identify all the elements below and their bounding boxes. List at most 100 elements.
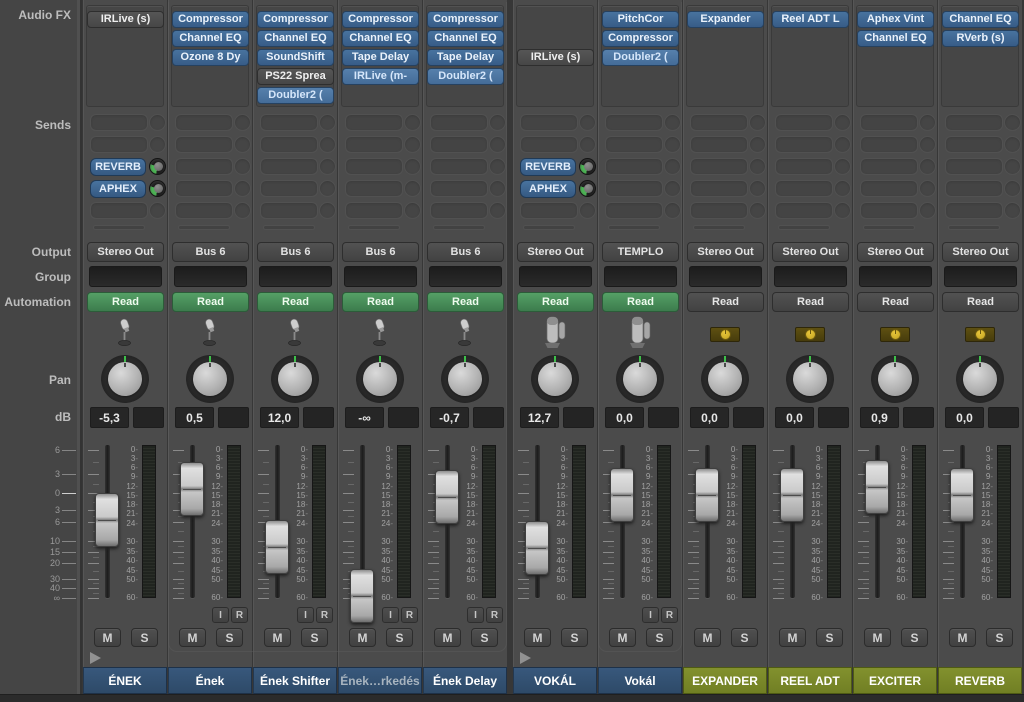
volume-db-value[interactable]: 0,0 bbox=[945, 407, 984, 428]
fader-track[interactable] bbox=[790, 445, 795, 598]
plugin-slot-button[interactable]: IRLive (s) bbox=[87, 11, 164, 28]
record-enable-button[interactable]: R bbox=[231, 607, 248, 623]
input-monitoring-button[interactable]: I bbox=[382, 607, 399, 623]
output-button[interactable]: Bus 6 bbox=[427, 242, 504, 262]
empty-send-slot[interactable] bbox=[945, 136, 1003, 153]
mute-button[interactable]: M bbox=[949, 628, 976, 647]
send-destination-button[interactable]: REVERB bbox=[520, 158, 576, 176]
empty-send-slot[interactable] bbox=[860, 202, 918, 219]
volume-db-value[interactable]: -∞ bbox=[345, 407, 384, 428]
empty-send-slot[interactable] bbox=[860, 136, 918, 153]
audio-fx-slot-area[interactable]: Channel EQRVerb (s) bbox=[941, 5, 1019, 107]
mute-button[interactable]: M bbox=[694, 628, 721, 647]
empty-send-slot[interactable] bbox=[430, 114, 488, 131]
volume-db-value[interactable]: -0,7 bbox=[430, 407, 469, 428]
sends-slot-area[interactable] bbox=[168, 112, 252, 224]
empty-send-slot[interactable] bbox=[175, 114, 233, 131]
pan-knob[interactable] bbox=[101, 355, 149, 403]
plugin-slot-button[interactable]: Compressor bbox=[602, 30, 679, 47]
track-name-tab[interactable]: EXPANDER bbox=[683, 667, 767, 694]
plugin-slot-button[interactable]: Channel EQ bbox=[427, 30, 504, 47]
empty-send-slot[interactable] bbox=[175, 202, 233, 219]
track-name-tab[interactable]: Vokál bbox=[598, 667, 682, 694]
pan-knob[interactable] bbox=[956, 355, 1004, 403]
automation-mode-button[interactable]: Read bbox=[342, 292, 419, 312]
send-level-knob[interactable] bbox=[579, 180, 596, 197]
empty-send-slot[interactable] bbox=[520, 136, 578, 153]
track-name-tab[interactable]: Ének Shifter bbox=[253, 667, 337, 694]
empty-send-slot[interactable] bbox=[690, 158, 748, 175]
empty-send-slot[interactable] bbox=[690, 202, 748, 219]
output-button[interactable]: Bus 6 bbox=[257, 242, 334, 262]
plugin-slot-button[interactable]: Aphex Vint bbox=[857, 11, 934, 28]
track-name-tab[interactable]: Ének bbox=[168, 667, 252, 694]
plugin-slot-button[interactable]: Compressor bbox=[427, 11, 504, 28]
empty-send-slot[interactable] bbox=[260, 202, 318, 219]
mute-button[interactable]: M bbox=[349, 628, 376, 647]
plugin-slot-button[interactable]: Doubler2 ( bbox=[257, 87, 334, 104]
solo-button[interactable]: S bbox=[471, 628, 498, 647]
plugin-slot-button[interactable]: Compressor bbox=[342, 11, 419, 28]
solo-button[interactable]: S bbox=[561, 628, 588, 647]
audio-fx-slot-area[interactable]: CompressorChannel EQOzone 8 Dy bbox=[171, 5, 249, 107]
solo-button[interactable]: S bbox=[986, 628, 1013, 647]
empty-send-slot[interactable] bbox=[775, 158, 833, 175]
volume-db-value[interactable]: 0,0 bbox=[775, 407, 814, 428]
automation-mode-button[interactable]: Read bbox=[602, 292, 679, 312]
mute-button[interactable]: M bbox=[609, 628, 636, 647]
send-level-knob[interactable] bbox=[149, 158, 166, 175]
sends-slot-area[interactable] bbox=[598, 112, 682, 224]
send-destination-button[interactable]: REVERB bbox=[90, 158, 146, 176]
volume-db-value[interactable]: 0,0 bbox=[690, 407, 729, 428]
output-button[interactable]: Stereo Out bbox=[772, 242, 849, 262]
plugin-slot-button[interactable]: Ozone 8 Dy bbox=[172, 49, 249, 66]
plugin-slot-button[interactable]: Compressor bbox=[172, 11, 249, 28]
record-enable-button[interactable]: R bbox=[486, 607, 503, 623]
empty-plugin-slot[interactable] bbox=[517, 28, 593, 47]
empty-send-slot[interactable] bbox=[945, 180, 1003, 197]
output-button[interactable]: Stereo Out bbox=[857, 242, 934, 262]
plugin-slot-button[interactable]: IRLive (m- bbox=[342, 68, 419, 85]
empty-send-slot[interactable] bbox=[605, 114, 663, 131]
plugin-slot-button[interactable]: Tape Delay bbox=[342, 49, 419, 66]
plugin-slot-button[interactable]: PS22 Sprea bbox=[257, 68, 334, 85]
plugin-slot-button[interactable]: Doubler2 ( bbox=[602, 49, 679, 66]
sends-slot-area[interactable]: REVERB APHEX bbox=[83, 112, 167, 224]
sends-slot-area[interactable] bbox=[338, 112, 422, 224]
stack-disclosure-triangle-icon[interactable] bbox=[90, 652, 101, 664]
fader-track[interactable] bbox=[105, 445, 110, 598]
empty-send-slot[interactable] bbox=[860, 114, 918, 131]
pan-knob[interactable] bbox=[871, 355, 919, 403]
sends-slot-area[interactable] bbox=[683, 112, 767, 224]
empty-send-slot[interactable] bbox=[345, 202, 403, 219]
audio-fx-slot-area[interactable]: CompressorChannel EQSoundShiftPS22 Sprea… bbox=[256, 5, 334, 107]
automation-mode-button[interactable]: Read bbox=[172, 292, 249, 312]
automation-mode-button[interactable]: Read bbox=[772, 292, 849, 312]
output-button[interactable]: TEMPLO bbox=[602, 242, 679, 262]
empty-send-slot[interactable] bbox=[90, 202, 148, 219]
empty-send-slot[interactable] bbox=[775, 114, 833, 131]
solo-button[interactable]: S bbox=[131, 628, 158, 647]
empty-send-slot[interactable] bbox=[860, 180, 918, 197]
send-destination-button[interactable]: APHEX bbox=[90, 180, 146, 198]
automation-mode-button[interactable]: Read bbox=[517, 292, 594, 312]
solo-button[interactable]: S bbox=[216, 628, 243, 647]
output-button[interactable]: Bus 6 bbox=[172, 242, 249, 262]
mute-button[interactable]: M bbox=[434, 628, 461, 647]
volume-db-value[interactable]: 12,0 bbox=[260, 407, 299, 428]
plugin-slot-button[interactable]: Reel ADT L bbox=[772, 11, 849, 28]
track-name-tab[interactable]: Ének…rkedés bbox=[338, 667, 422, 694]
output-button[interactable]: Stereo Out bbox=[517, 242, 594, 262]
group-slot[interactable] bbox=[344, 266, 417, 287]
pan-knob[interactable] bbox=[701, 355, 749, 403]
group-slot[interactable] bbox=[774, 266, 847, 287]
sends-slot-area[interactable] bbox=[938, 112, 1022, 224]
track-name-tab[interactable]: Ének Delay bbox=[423, 667, 507, 694]
mute-button[interactable]: M bbox=[524, 628, 551, 647]
automation-mode-button[interactable]: Read bbox=[857, 292, 934, 312]
empty-send-slot[interactable] bbox=[175, 180, 233, 197]
send-level-knob[interactable] bbox=[149, 180, 166, 197]
fader-track[interactable] bbox=[275, 445, 280, 598]
empty-send-slot[interactable] bbox=[175, 158, 233, 175]
plugin-slot-button[interactable]: IRLive (s) bbox=[517, 49, 594, 66]
